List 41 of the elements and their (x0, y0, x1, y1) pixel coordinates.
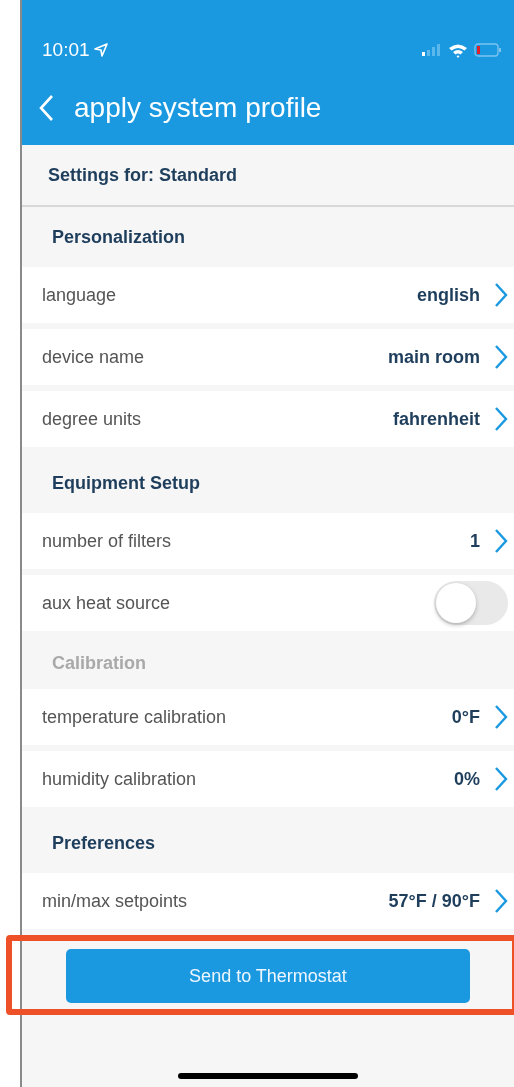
setting-label: temperature calibration (42, 706, 227, 728)
signal-icon (422, 44, 442, 56)
setting-label: number of filters (42, 530, 172, 552)
settings-row[interactable]: language english (22, 267, 514, 323)
setting-value: 57°F / 90°F (388, 890, 480, 912)
setting-value: 0% (454, 768, 480, 790)
setting-label: humidity calibration (42, 768, 197, 790)
chevron-right-icon (494, 704, 508, 730)
setting-label: min/max setpoints (42, 890, 188, 912)
settings-row[interactable]: number of filters 1 (22, 513, 514, 569)
setting-label: aux heat source (42, 592, 171, 614)
section-heading: Equipment Setup (51, 471, 201, 495)
chevron-right-icon (494, 406, 508, 432)
toggle-switch[interactable] (434, 581, 508, 625)
section-heading: Personalization (51, 225, 187, 249)
chevron-right-icon (494, 344, 508, 370)
setting-value: fahrenheit (393, 408, 480, 430)
setting-label: language (42, 284, 117, 306)
battery-icon (474, 43, 502, 57)
setting-value: 1 (470, 530, 480, 552)
location-arrow-icon (93, 43, 108, 57)
setting-value: main room (388, 346, 480, 368)
setting-value: 0°F (451, 706, 480, 728)
wifi-icon (448, 42, 468, 58)
back-chevron-icon[interactable] (38, 93, 54, 122)
settings-row[interactable]: min/max setpoints 57°F / 90°F (22, 873, 514, 929)
section-heading: Calibration (51, 651, 147, 675)
profile-subheader: Settings for: Standard (22, 145, 514, 207)
status-time: 10:01 (42, 39, 90, 61)
settings-row[interactable]: degree units fahrenheit (22, 391, 514, 447)
setting-label: device name (42, 346, 145, 368)
settings-row[interactable]: aux heat source (22, 575, 514, 631)
section-heading: Preferences (51, 831, 157, 855)
setting-value: english (417, 284, 480, 306)
screen-title: apply system profile (74, 91, 322, 124)
chevron-right-icon (494, 766, 508, 792)
chevron-right-icon (494, 528, 508, 554)
setting-label: degree units (42, 408, 142, 430)
chevron-right-icon (494, 282, 508, 308)
chevron-right-icon (494, 888, 508, 914)
settings-row[interactable]: device name main room (22, 329, 514, 385)
